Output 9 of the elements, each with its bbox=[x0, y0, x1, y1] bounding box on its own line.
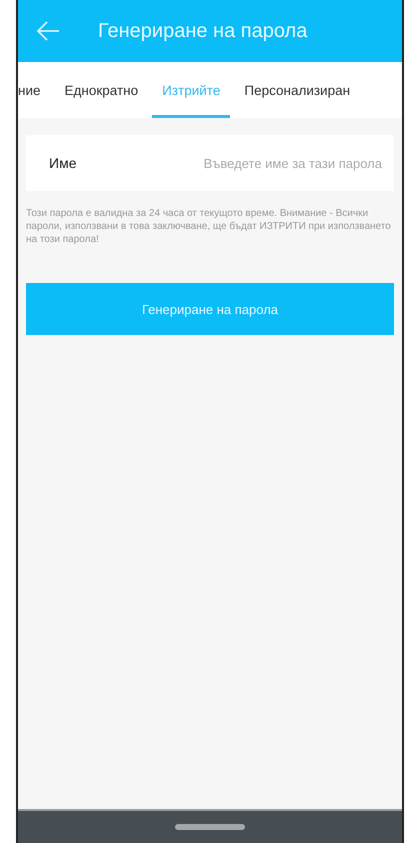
home-handle[interactable] bbox=[175, 824, 245, 830]
tab[interactable]: ние bbox=[18, 62, 41, 118]
back-arrow-icon[interactable] bbox=[36, 21, 60, 41]
screen-title: Генериране на парола bbox=[98, 20, 308, 42]
tab[interactable]: Еднократно bbox=[64, 62, 138, 118]
info-text: Този парола е валидна за 24 часа от текущото време. Внимание - Всички пароли, използвани в това заключване, ще бъдат ИЗТРИТИ при използването на този парола! bbox=[26, 207, 392, 246]
tab[interactable]: Персонализиран bbox=[244, 62, 350, 118]
name-label: Име bbox=[49, 155, 78, 171]
name-input[interactable]: Въведете име за тази парола bbox=[167, 156, 382, 170]
